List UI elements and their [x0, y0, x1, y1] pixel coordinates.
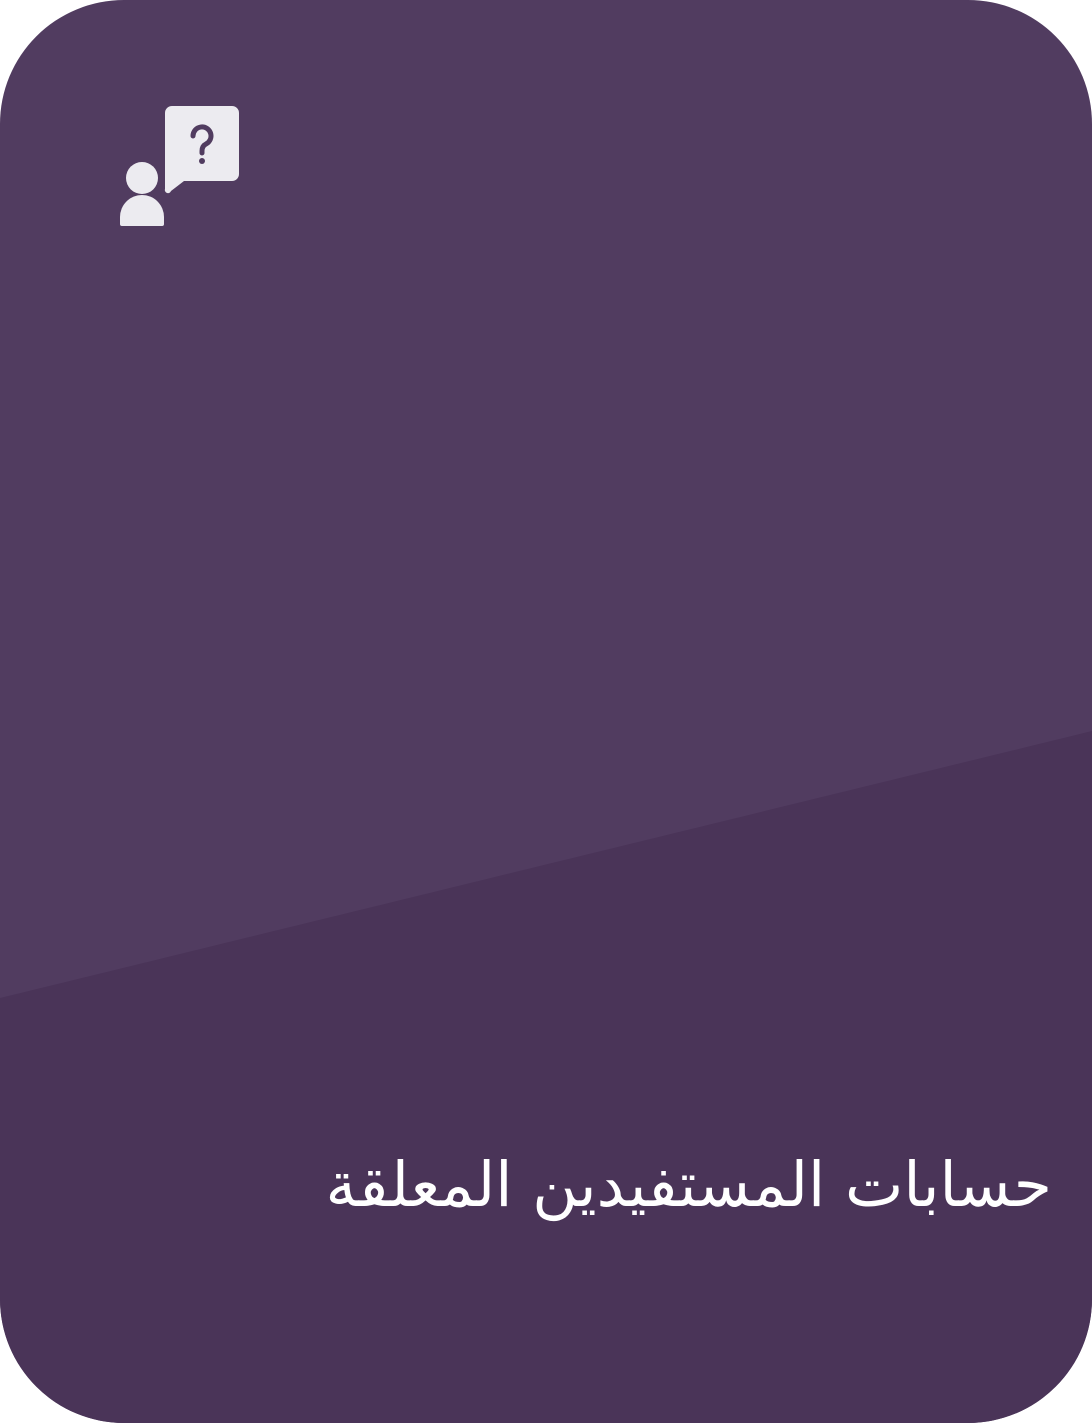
user-question-icon: [120, 106, 239, 226]
pending-beneficiary-accounts-card[interactable]: حسابات المستفيدين المعلقة: [0, 0, 1092, 1423]
card-title: حسابات المستفيدين المعلقة: [325, 1148, 1052, 1221]
